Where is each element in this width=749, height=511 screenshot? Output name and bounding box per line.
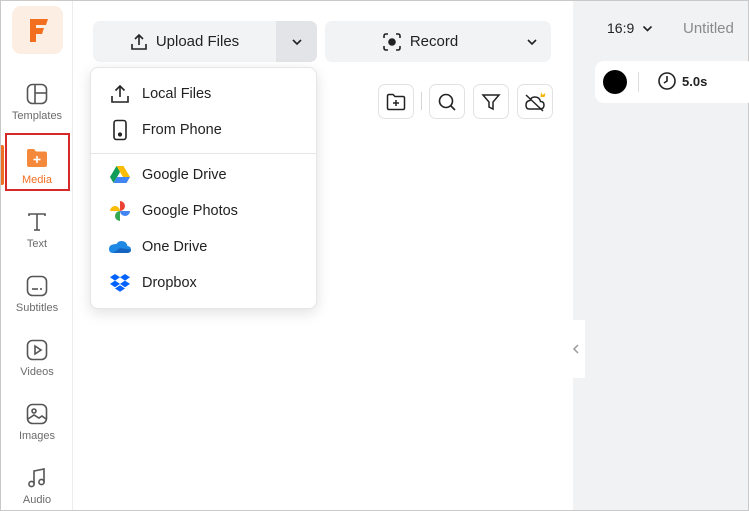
sidebar-item-label: Subtitles <box>15 302 59 314</box>
project-title[interactable]: Untitled <box>683 20 734 37</box>
sidebar: Templates Media Text Subtitles Videos Im… <box>1 1 73 510</box>
duration-value: 5.0s <box>682 73 708 89</box>
sidebar-item-label: Text <box>26 238 48 250</box>
upload-files-split-button: Upload Files <box>93 21 317 62</box>
upload-files-button[interactable]: Upload Files <box>93 21 276 62</box>
chevron-down-icon <box>527 38 537 45</box>
menu-item-google-photos[interactable]: Google Photos <box>91 194 316 228</box>
menu-item-from-phone[interactable]: From Phone <box>91 113 316 147</box>
media-highlight-outline <box>5 133 70 191</box>
menu-item-google-drive[interactable]: Google Drive <box>91 158 316 192</box>
menu-item-label: From Phone <box>142 122 222 138</box>
upload-options-menu: Local Files From Phone Google Drive Goog… <box>90 67 317 309</box>
google-drive-icon <box>108 163 132 187</box>
sidebar-item-images[interactable]: Images <box>1 397 73 453</box>
upload-options-toggle[interactable] <box>276 21 317 62</box>
sidebar-item-label: Audio <box>22 494 52 506</box>
videos-icon <box>24 337 50 363</box>
sidebar-item-videos[interactable]: Videos <box>1 333 73 389</box>
sidebar-item-label: Images <box>18 430 56 442</box>
google-photos-icon <box>108 199 132 223</box>
text-icon <box>24 209 50 235</box>
sidebar-item-label: Templates <box>11 110 63 122</box>
templates-icon <box>24 81 50 107</box>
new-folder-icon <box>386 93 406 110</box>
menu-item-label: Google Drive <box>142 167 227 183</box>
search-button[interactable] <box>429 84 465 119</box>
sidebar-item-subtitles[interactable]: Subtitles <box>1 269 73 325</box>
upload-files-label: Upload Files <box>155 33 240 50</box>
record-icon <box>383 32 401 51</box>
images-icon <box>24 401 50 427</box>
menu-item-dropbox[interactable]: Dropbox <box>91 266 316 300</box>
chevron-down-icon <box>291 38 302 45</box>
background-color-swatch[interactable] <box>603 70 627 94</box>
record-button[interactable]: Record <box>325 21 515 62</box>
record-options-toggle[interactable] <box>517 21 547 62</box>
record-split-button: Record <box>325 21 551 62</box>
card-divider <box>638 72 639 92</box>
subtitles-icon <box>24 273 50 299</box>
record-label: Record <box>409 33 459 50</box>
chevron-left-icon <box>572 344 579 354</box>
menu-divider <box>91 153 316 154</box>
filter-button[interactable] <box>473 84 509 119</box>
sidebar-item-text[interactable]: Text <box>1 205 73 261</box>
upload-icon <box>108 82 132 106</box>
upload-icon <box>131 33 147 50</box>
duration-control[interactable]: 5.0s <box>657 71 707 91</box>
clock-icon <box>658 72 676 90</box>
menu-item-label: One Drive <box>142 239 208 255</box>
menu-item-label: Local Files <box>142 86 212 102</box>
onedrive-icon <box>108 235 132 259</box>
filter-icon <box>481 93 501 110</box>
cloud-off-premium-icon <box>525 91 546 112</box>
new-folder-button[interactable] <box>378 84 414 119</box>
menu-item-onedrive[interactable]: One Drive <box>91 230 316 264</box>
aspect-ratio-select[interactable]: 16:9 <box>607 20 653 36</box>
cloud-sync-button[interactable] <box>517 84 553 119</box>
audio-icon <box>24 465 50 491</box>
toolbar-divider <box>421 92 422 110</box>
phone-icon <box>108 118 132 142</box>
chevron-down-icon <box>643 25 653 32</box>
app-logo[interactable] <box>12 6 63 54</box>
dropbox-icon <box>108 271 132 295</box>
sidebar-item-label: Videos <box>20 366 54 378</box>
sidebar-item-audio[interactable]: Audio <box>1 461 73 511</box>
collapse-panel-handle[interactable] <box>567 320 585 378</box>
menu-item-local-files[interactable]: Local Files <box>91 77 316 111</box>
sidebar-item-templates[interactable]: Templates <box>1 77 73 133</box>
menu-item-label: Google Photos <box>142 203 238 219</box>
clip-settings-card: 5.0s <box>595 61 749 103</box>
aspect-ratio-value: 16:9 <box>607 20 635 36</box>
menu-item-label: Dropbox <box>142 275 197 291</box>
search-icon <box>438 93 456 111</box>
